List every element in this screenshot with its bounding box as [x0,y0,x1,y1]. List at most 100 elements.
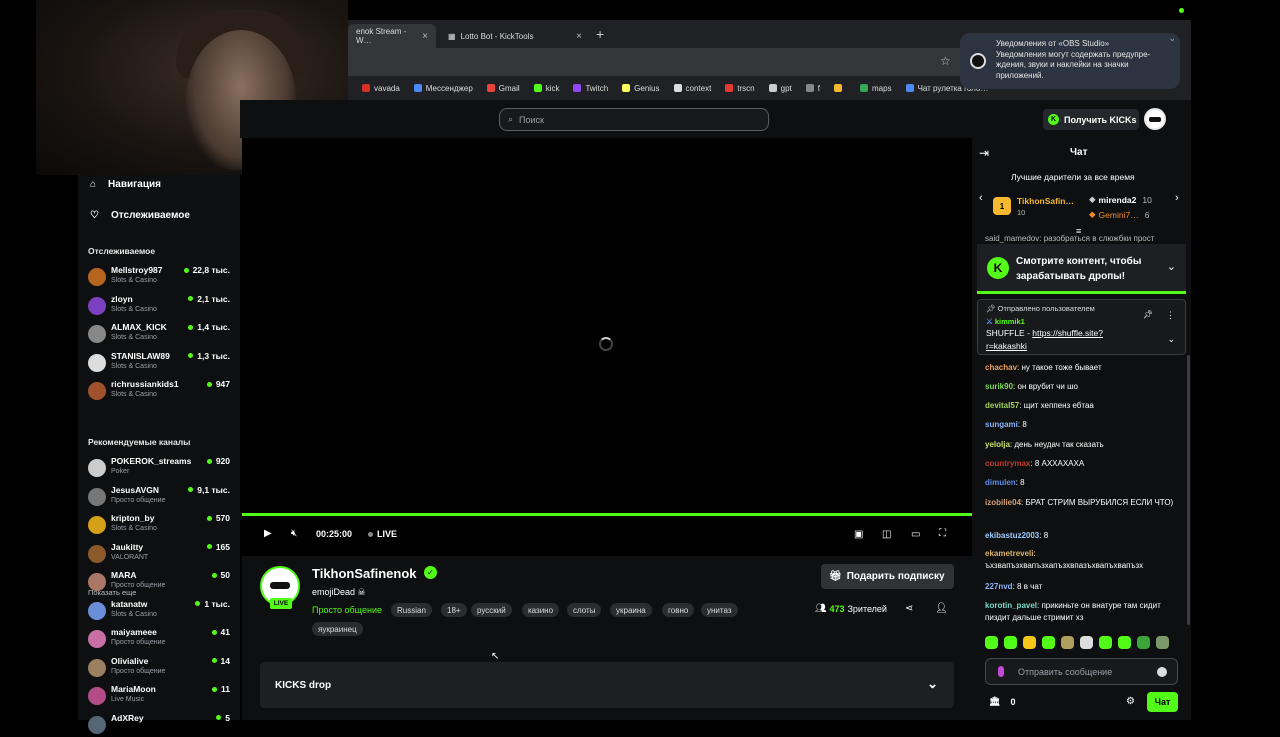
chat-send-button[interactable]: Чат [1147,692,1178,712]
category-link[interactable]: Просто общение [312,605,382,615]
sidebar-channel[interactable]: katanatw Slots & Casino 1 тыс. [88,599,234,623]
sidebar-item-navigation[interactable]: ⌂ Навигация [90,179,161,190]
video-player[interactable] [242,138,972,516]
stream-tag[interactable]: Russian [391,603,432,617]
chat-message-input[interactable]: Отправить сообщение [985,658,1178,685]
new-tab-button[interactable]: + [596,26,604,42]
microphone-icon[interactable] [998,666,1004,677]
emote-icon[interactable] [1004,636,1017,649]
emote-icon[interactable] [1099,636,1112,649]
sidebar-channel[interactable]: zloyn Slots & Casino 2,1 тыс. [88,294,234,318]
emote-icon[interactable] [1118,636,1131,649]
stream-tag[interactable]: русский [471,603,512,617]
bookmark-item[interactable]: gpt [768,84,792,93]
chat-username[interactable]: korotin_pavel [985,601,1037,610]
address-bar[interactable] [348,48,968,76]
sidebar-channel[interactable]: STANISLAW89 Slots & Casino 1,3 тыс. [88,351,234,375]
bookmark-item[interactable]: context [673,84,711,93]
sidebar-channel[interactable]: richrussiankids1 Slots & Casino 947 [88,379,234,403]
emoji-icon[interactable] [1157,667,1167,677]
streamer-name[interactable]: TikhonSafinenok [312,566,417,581]
bookmark-item[interactable] [834,84,846,92]
emote-icon[interactable] [985,636,998,649]
sidebar-channel[interactable]: ALMAX_KICK Slots & Casino 1,4 тыс. [88,322,234,346]
get-kicks-button[interactable]: K Получить KICKs [1043,109,1139,130]
top-gifter-3[interactable]: ◆ Gemini7… 6 [1089,209,1149,220]
chat-scrollbar[interactable] [1187,355,1190,625]
sidebar-channel[interactable]: MARA Просто общение 50 [88,570,234,594]
chat-username[interactable]: ekibastuz2003 [985,531,1039,540]
emote-icon[interactable] [1156,636,1169,649]
chevron-down-icon[interactable]: ⌄ [1168,33,1176,44]
sidebar-channel[interactable]: kripton_by Slots & Casino 570 [88,513,234,537]
chat-username[interactable]: sungami [985,420,1018,429]
chat-username[interactable]: chachav [985,363,1017,372]
chat-username[interactable]: 227nvd [985,582,1013,591]
bookmark-item[interactable]: f [805,84,820,93]
bookmark-item[interactable]: kick [533,84,559,93]
bookmark-item[interactable]: maps [860,84,892,93]
bookmark-item[interactable]: Genius [622,84,660,93]
stream-tag[interactable]: казино [522,603,560,617]
gear-icon[interactable]: ⚙ [1126,696,1135,707]
sidebar-channel[interactable]: Jaukitty VALORANT 165 [88,542,234,566]
bookmark-item[interactable]: Gmail [486,84,520,93]
bookmark-item[interactable]: Twitch [573,84,608,93]
pinned-message[interactable]: 📌︎ Отправлено пользователем ⚔ kimmik1 SH… [977,299,1186,355]
chat-username[interactable]: dimulen [985,478,1016,487]
emote-icon[interactable] [1042,636,1055,649]
chevron-left-icon[interactable]: ‹ [979,192,983,204]
sidebar-channel[interactable]: MariaMoon Live Music 11 [88,684,234,708]
chevron-down-icon[interactable]: ⌄ [1167,334,1175,345]
sidebar-channel[interactable]: AdXRey 5 [88,713,234,737]
chevron-right-icon[interactable]: › [1175,192,1179,204]
close-icon[interactable]: × [422,31,428,42]
chat-username[interactable]: countrymax [985,459,1030,468]
chat-username[interactable]: yelolja [985,440,1010,449]
theater-mode-icon[interactable]: ▭ [911,529,920,540]
collapse-chat-icon[interactable]: ⇥ [979,146,989,160]
stream-tag[interactable]: 18+ [441,603,467,617]
sidebar-channel[interactable]: maiyameee Просто общение 41 [88,627,234,651]
clip-icon[interactable]: ◫ [882,529,891,540]
drops-banner[interactable]: K Смотрите контент, чтобы зарабатывать д… [977,244,1186,294]
follow-user-icon[interactable]: 👤︎ [935,603,948,614]
stream-tag[interactable]: унитаз [701,603,738,617]
chat-username[interactable]: devital57 [985,401,1019,410]
share-icon[interactable]: ⋖ [905,603,913,614]
bookmark-item[interactable]: vavada [362,84,400,93]
emote-icon[interactable] [1080,636,1093,649]
stream-tag[interactable]: украина [610,603,652,617]
sidebar-channel[interactable]: POKEROK_streams Poker 920 [88,456,234,480]
emote-icon[interactable] [1061,636,1074,649]
gift-sub-button[interactable]: 🎁︎ Подарить подписку [821,564,954,589]
stream-tag[interactable]: говно [662,603,695,617]
play-icon[interactable]: ▶ [264,528,272,539]
tab-stream[interactable]: enok Stream - W… × [348,24,436,48]
chat-username[interactable]: izobilie04 [985,498,1021,507]
emote-icon[interactable] [1137,636,1150,649]
sidebar-channel[interactable]: Mellstroy987 Slots & Casino 22,8 тыс. [88,265,234,289]
chat-username[interactable]: surik90 [985,382,1013,391]
os-notification[interactable]: ⌄ Уведомления от «OBS Studio» Уведомлени… [960,33,1180,89]
sidebar-item-following[interactable]: ♡ Отслеживаемое [90,210,190,221]
sidebar-channel[interactable]: JesusAVGN Просто общение 9,1 тыс. [88,485,234,509]
user-avatar[interactable] [1144,108,1166,130]
top-gifter-2[interactable]: ◆ mirenda2 10 [1089,194,1152,205]
sidebar-channel[interactable]: Olivialive Просто общение 14 [88,656,234,680]
close-icon[interactable]: × [576,31,582,42]
bookmark-item[interactable]: trscn [725,84,755,93]
top-gifter-1[interactable]: 1 TikhonSafin… 10 [993,194,1083,220]
stream-tag[interactable]: слоты [567,603,602,617]
search-input[interactable]: ⌕ Поиск [499,108,769,131]
tab-lotto[interactable]: ▦ Lotto Bot - KickTools × [440,24,590,48]
emote-icon[interactable] [1023,636,1036,649]
fullscreen-icon[interactable]: ⛶ [939,528,946,539]
stream-tag[interactable]: яукраинец [312,622,363,636]
channel-points[interactable]: 🏛︎ 0 [989,696,1015,707]
bookmark-item[interactable]: Мессенджер [413,84,473,93]
unpin-icon[interactable]: 📌︎ [1143,310,1153,319]
more-options-icon[interactable]: ⋮ [1166,310,1175,321]
kicks-drop-panel[interactable]: KICKS drop ⌄ [260,662,954,708]
miniplayer-icon[interactable]: ▣ [854,529,863,540]
